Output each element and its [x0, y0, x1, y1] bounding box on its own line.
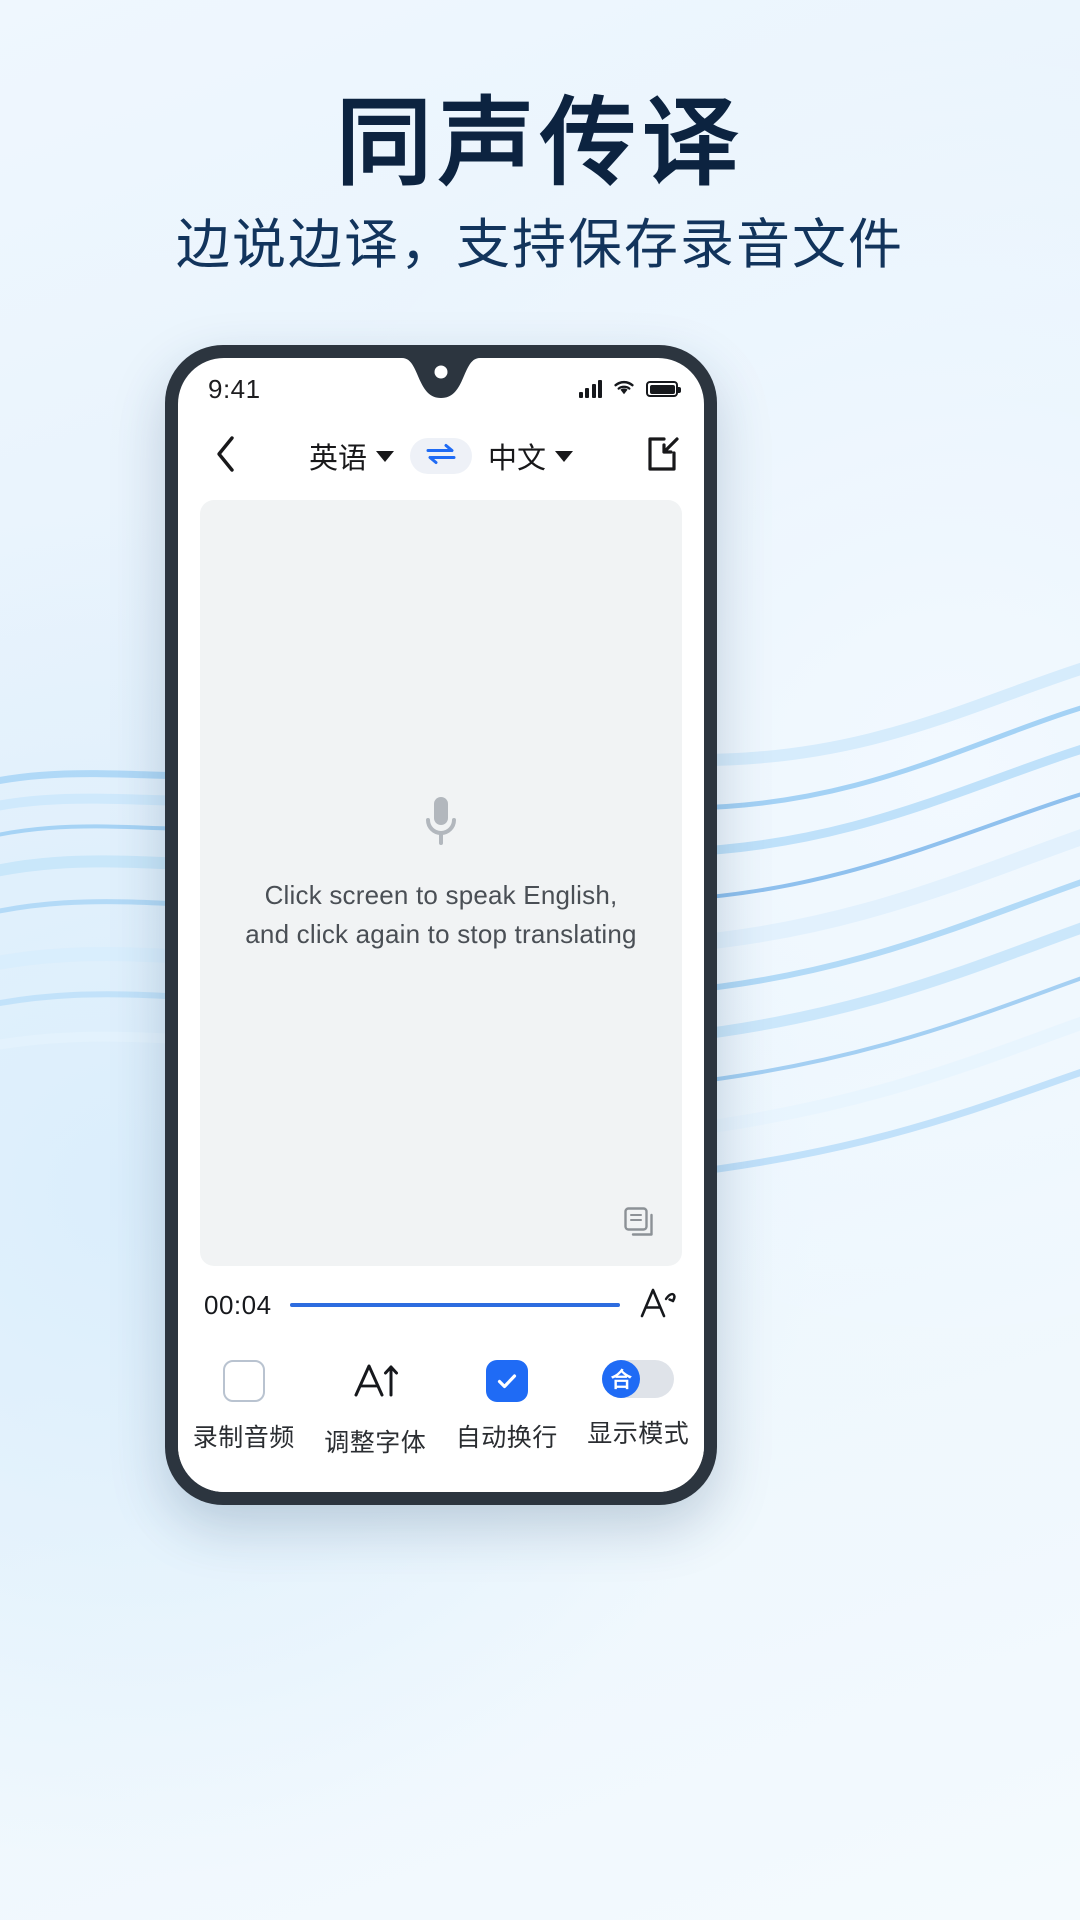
waterdrop-notch [366, 358, 516, 400]
copy-button[interactable] [622, 1205, 656, 1244]
checkbox-unchecked-icon[interactable] [222, 1360, 265, 1402]
status-time: 9:41 [208, 373, 261, 404]
swap-languages-button[interactable] [410, 438, 472, 474]
back-chevron-icon [214, 435, 236, 478]
microphone-icon [419, 793, 463, 858]
font-resize-button[interactable] [638, 1282, 678, 1329]
source-language-label: 英语 [308, 443, 367, 475]
wifi-icon [612, 378, 636, 401]
hint-line-2: and click again to stop translating [245, 918, 637, 949]
promo-headline: 同声传译 [336, 90, 744, 197]
battery-icon [646, 381, 681, 397]
toolbar-label-adjust-font: 调整字体 [324, 1429, 427, 1457]
elapsed-time: 00:04 [204, 1289, 272, 1320]
toolbar-label-auto-wrap: 自动换行 [455, 1424, 558, 1452]
chevron-down-icon [376, 450, 394, 462]
language-selector-group: 英语 中文 [248, 435, 634, 477]
toolbar-item-display-mode[interactable]: 合 显示模式 [573, 1360, 703, 1450]
toolbar-label-record-audio: 录制音频 [192, 1424, 295, 1452]
phone-screen: 9:41 英语 中文 Click screen to speak English… [178, 358, 704, 1492]
recording-progress-row: 00:04 [178, 1266, 704, 1344]
cellular-signal-icon [578, 380, 602, 398]
bottom-toolbar: 录制音频 调整字体 自动换行 合 显示模式 [178, 1344, 704, 1492]
hint-line-1: Click screen to speak English, [264, 879, 618, 910]
promo-subheadline: 边说边译，支持保存录音文件 [176, 215, 904, 275]
hint-text: Click screen to speak English, and click… [245, 876, 636, 954]
chevron-down-icon [555, 450, 574, 462]
toolbar-item-adjust-font[interactable]: 调整字体 [310, 1360, 440, 1459]
checkbox-checked-icon[interactable] [485, 1360, 528, 1402]
translation-canvas[interactable]: Click screen to speak English, and click… [200, 500, 682, 1266]
source-language-selector[interactable]: 英语 [309, 435, 394, 477]
progress-fill [289, 1303, 620, 1307]
swap-arrows-icon [424, 442, 458, 471]
toolbar-item-auto-wrap[interactable]: 自动换行 [442, 1360, 572, 1454]
display-mode-toggle-icon[interactable]: 合 [602, 1360, 675, 1398]
status-icons [578, 378, 681, 401]
fullscreen-button[interactable] [634, 435, 680, 478]
fullscreen-icon [644, 435, 680, 478]
progress-slider[interactable] [289, 1303, 620, 1307]
display-mode-knob: 合 [602, 1360, 641, 1398]
toolbar-item-record-audio[interactable]: 录制音频 [179, 1360, 309, 1454]
target-language-selector[interactable]: 中文 [488, 435, 574, 477]
toolbar-label-display-mode: 显示模式 [587, 1420, 690, 1448]
empty-state-hint: Click screen to speak English, and click… [245, 793, 637, 954]
back-button[interactable] [202, 435, 248, 478]
target-language-label: 中文 [488, 443, 547, 475]
copy-icon [622, 1207, 656, 1243]
phone-mockup: 9:41 英语 中文 Click screen to speak English… [165, 345, 717, 1505]
app-nav-bar: 英语 中文 [178, 420, 704, 492]
font-increase-icon [351, 1360, 399, 1407]
